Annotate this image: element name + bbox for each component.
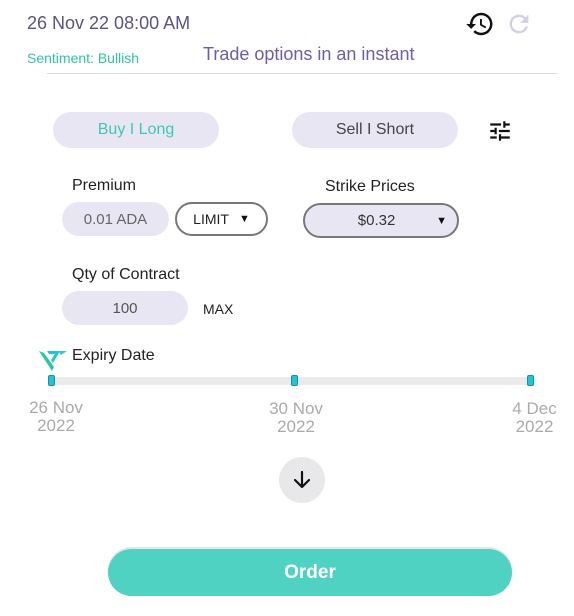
qty-label: Qty of Contract xyxy=(72,266,180,283)
refresh-icon[interactable] xyxy=(503,8,535,40)
expiry-tick[interactable] xyxy=(527,375,534,386)
order-button[interactable]: Order xyxy=(108,549,512,596)
caret-down-icon: ▼ xyxy=(436,214,447,227)
sentiment-label: Sentiment: Bullish xyxy=(27,50,140,66)
brand-logo-icon xyxy=(38,349,68,373)
expiry-day: 4 Dec xyxy=(512,399,557,418)
expiry-day: 26 Nov xyxy=(29,398,83,417)
sell-short-button[interactable]: Sell I Short xyxy=(292,112,458,148)
history-icon[interactable] xyxy=(464,8,496,40)
expiry-year: 2022 xyxy=(515,417,554,436)
expiry-date-option[interactable]: 30 Nov 2022 xyxy=(255,400,337,436)
expiry-day: 30 Nov xyxy=(269,399,323,418)
premium-input[interactable]: 0.01 ADA xyxy=(62,202,169,236)
expiry-year: 2022 xyxy=(37,416,75,435)
expiry-tick[interactable] xyxy=(48,375,55,386)
expiry-date-label: Expiry Date xyxy=(72,347,155,364)
arrow-down-icon xyxy=(293,470,311,489)
strike-prices-label: Strike Prices xyxy=(325,178,415,195)
datetime-label: 26 Nov 22 08:00 AM xyxy=(27,13,191,33)
qty-input[interactable]: 100 xyxy=(62,291,188,325)
sliders-icon[interactable] xyxy=(484,115,516,147)
expiry-date-option[interactable]: 4 Dec 2022 xyxy=(497,400,572,436)
header-divider xyxy=(47,73,557,74)
premium-label: Premium xyxy=(72,177,137,194)
expand-button[interactable] xyxy=(279,457,325,503)
caret-down-icon: ▼ xyxy=(238,213,250,225)
order-type-select[interactable]: LIMIT ▼ xyxy=(175,202,268,236)
buy-long-button[interactable]: Buy I Long xyxy=(53,112,219,148)
strike-price-select[interactable]: $0.32 ▼ xyxy=(303,203,459,238)
expiry-year: 2022 xyxy=(277,417,315,436)
expiry-date-option[interactable]: 26 Nov 2022 xyxy=(15,399,97,435)
expiry-tick[interactable] xyxy=(291,375,298,386)
max-button[interactable]: MAX xyxy=(203,301,233,317)
strike-price-value: $0.32 xyxy=(357,212,396,229)
tagline: Trade options in an instant xyxy=(203,44,415,64)
order-type-value: LIMIT xyxy=(193,211,229,227)
